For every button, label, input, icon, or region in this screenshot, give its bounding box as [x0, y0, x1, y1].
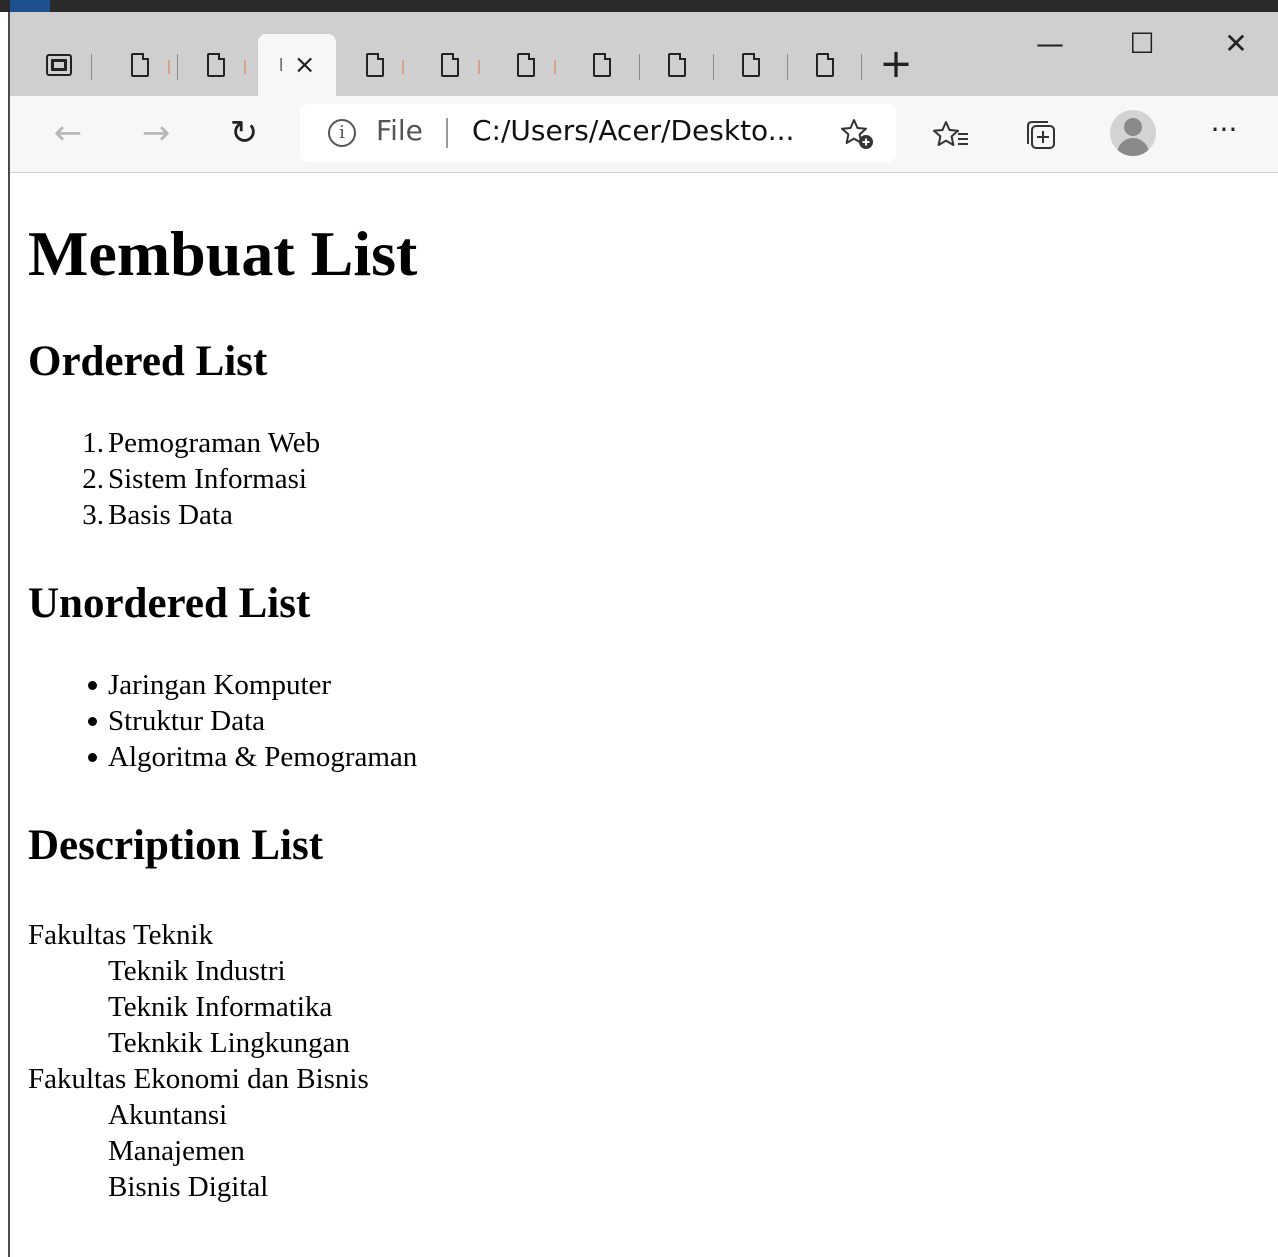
page-icon [517, 53, 535, 77]
page-icon [366, 53, 384, 77]
background-app-icon [10, 0, 50, 12]
tab-title-fragment: I [278, 54, 284, 76]
bullet-icon [88, 717, 97, 726]
tab-8[interactable] [714, 42, 788, 88]
tab-active[interactable]: I × [258, 34, 336, 96]
tab-9[interactable] [788, 42, 862, 88]
page-content: Membuat List Ordered List 1. Pemograman W… [26, 173, 1266, 1253]
page-title: Membuat List [28, 218, 418, 289]
tab-2[interactable] [178, 42, 254, 88]
tab-close-icon[interactable]: × [294, 52, 316, 78]
list-item: Algoritma & Pemograman [26, 739, 417, 775]
address-bar[interactable]: i File C:/Users/Acer/Deskto... [300, 104, 896, 162]
description-detail: Manajemen [108, 1135, 245, 1167]
page-icon [742, 53, 760, 77]
page-icon [441, 53, 459, 77]
page-icon [668, 53, 686, 77]
tab-7[interactable] [640, 42, 714, 88]
description-detail: Teknkik Lingkungan [108, 1027, 351, 1059]
ordered-list: 1. Pemograman Web 2. Sistem Informasi 3. Ba… [26, 425, 320, 533]
bullet-icon [88, 753, 97, 762]
page-icon [207, 53, 225, 77]
list-item: Jaringan Komputer [26, 667, 417, 703]
unordered-list-heading: Unordered List [28, 580, 311, 627]
favorites-icon[interactable] [932, 116, 972, 156]
description-detail: Akuntansi [108, 1099, 228, 1131]
url-text[interactable]: C:/Users/Acer/Deskto... [472, 114, 794, 147]
tab-5[interactable] [488, 42, 564, 88]
list-item: Struktur Data [26, 703, 417, 739]
tab-strip: I × + — ☐ ✕ [10, 12, 1278, 96]
close-window-button[interactable]: ✕ [1206, 22, 1266, 66]
list-item: 3. Basis Data [82, 499, 233, 531]
add-favorite-icon[interactable] [840, 116, 876, 152]
page-icon [593, 53, 611, 77]
tab-workspaces[interactable] [26, 42, 92, 88]
tab-1[interactable] [102, 42, 178, 88]
maximize-button[interactable]: ☐ [1112, 22, 1172, 66]
workspaces-icon [46, 54, 72, 76]
list-item: 1. Pemograman Web [82, 427, 321, 459]
page-icon [131, 53, 149, 77]
unordered-list: Jaringan Komputer Struktur Data Algoritm… [26, 667, 417, 775]
tab-3[interactable] [338, 42, 412, 88]
description-detail: Teknik Informatika [108, 991, 333, 1023]
forward-button[interactable]: → [132, 110, 180, 158]
description-list: Fakultas Teknik Teknik Industri Teknik I… [28, 917, 369, 1205]
description-detail: Teknik Industri [108, 955, 286, 987]
profile-avatar[interactable] [1110, 110, 1156, 156]
description-detail: Bisnis Digital [108, 1171, 269, 1203]
description-list-heading: Description List [28, 822, 324, 869]
new-tab-button[interactable]: + [876, 44, 916, 86]
description-term: Fakultas Teknik [28, 919, 214, 951]
back-button[interactable]: ← [44, 110, 92, 158]
ordered-list-heading: Ordered List [28, 338, 268, 385]
minimize-button[interactable]: — [1020, 22, 1080, 66]
more-options-button[interactable]: ··· [1204, 110, 1244, 156]
collections-icon[interactable] [1022, 116, 1062, 156]
background-taskbar-strip [0, 0, 1278, 12]
bullet-icon [88, 681, 97, 690]
browser-toolbar: ← → ↻ i File C:/Users/Acer/Deskto... ··· [10, 96, 1278, 173]
tab-4[interactable] [412, 42, 488, 88]
browser-window: I × + — ☐ ✕ ← → ↻ i File C:/Users/Acer/D… [8, 12, 1278, 1257]
page-icon [816, 53, 834, 77]
list-item: 2. Sistem Informasi [82, 463, 307, 495]
info-icon[interactable]: i [328, 119, 356, 147]
scheme-label: File [376, 114, 423, 147]
description-term: Fakultas Ekonomi dan Bisnis [28, 1063, 369, 1095]
tab-6[interactable] [564, 42, 640, 88]
refresh-button[interactable]: ↻ [220, 110, 268, 158]
